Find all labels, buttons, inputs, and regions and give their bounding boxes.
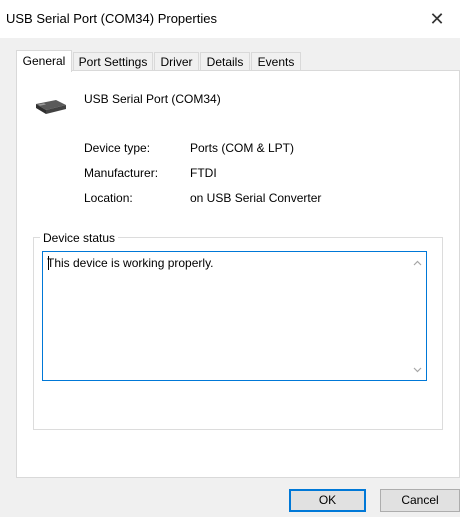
- status-scrollbar[interactable]: [409, 252, 426, 380]
- device-name: USB Serial Port (COM34): [84, 92, 221, 106]
- tab-details[interactable]: Details: [200, 52, 250, 71]
- scroll-up-icon[interactable]: [409, 254, 426, 271]
- ok-button[interactable]: OK: [289, 489, 366, 512]
- device-type-value: Ports (COM & LPT): [190, 141, 295, 155]
- usb-connector-icon: [36, 100, 66, 114]
- scroll-down-icon[interactable]: [409, 361, 426, 378]
- manufacturer-label: Manufacturer:: [84, 166, 159, 180]
- location-value: on USB Serial Converter: [190, 191, 322, 205]
- device-status-title: Device status: [40, 231, 119, 245]
- tab-driver[interactable]: Driver: [154, 52, 199, 71]
- device-type-label: Device type:: [84, 141, 151, 155]
- tab-general[interactable]: General: [16, 50, 72, 72]
- device-status-text: This device is working properly.: [47, 256, 214, 270]
- window-title: USB Serial Port (COM34) Properties: [6, 11, 217, 26]
- location-label: Location:: [84, 191, 133, 205]
- cancel-button[interactable]: Cancel: [380, 489, 460, 512]
- text-caret: [48, 256, 49, 270]
- tab-port-settings[interactable]: Port Settings: [73, 52, 153, 71]
- device-status-textbox[interactable]: This device is working properly.: [42, 251, 427, 381]
- tab-events[interactable]: Events: [251, 52, 301, 71]
- title-bar: USB Serial Port (COM34) Properties ✕: [0, 0, 460, 38]
- manufacturer-value: FTDI: [190, 166, 217, 180]
- close-icon: ✕: [429, 8, 445, 29]
- close-button[interactable]: ✕: [414, 0, 460, 38]
